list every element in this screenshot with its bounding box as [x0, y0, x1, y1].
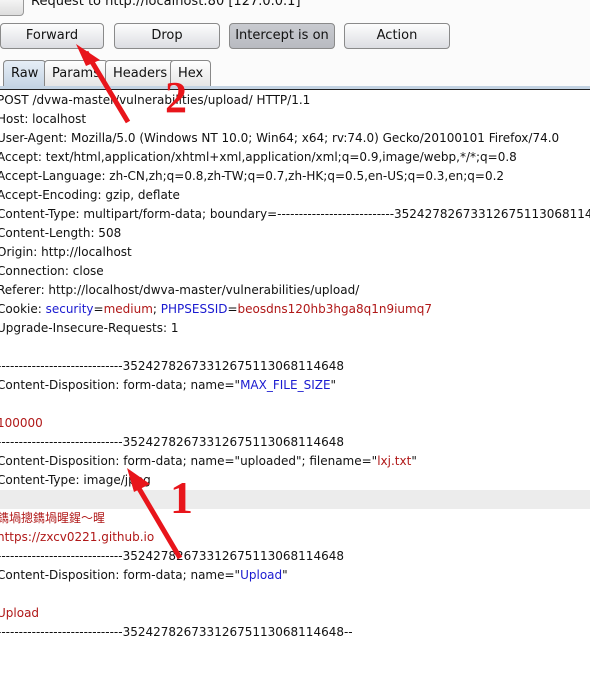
- arrow-2-head: [76, 44, 100, 66]
- annotation-2: 2: [165, 73, 187, 122]
- annotation-overlay: 2 1: [76, 44, 193, 560]
- annotation-1: 1: [170, 472, 193, 523]
- arrow-1-head: [127, 468, 150, 492]
